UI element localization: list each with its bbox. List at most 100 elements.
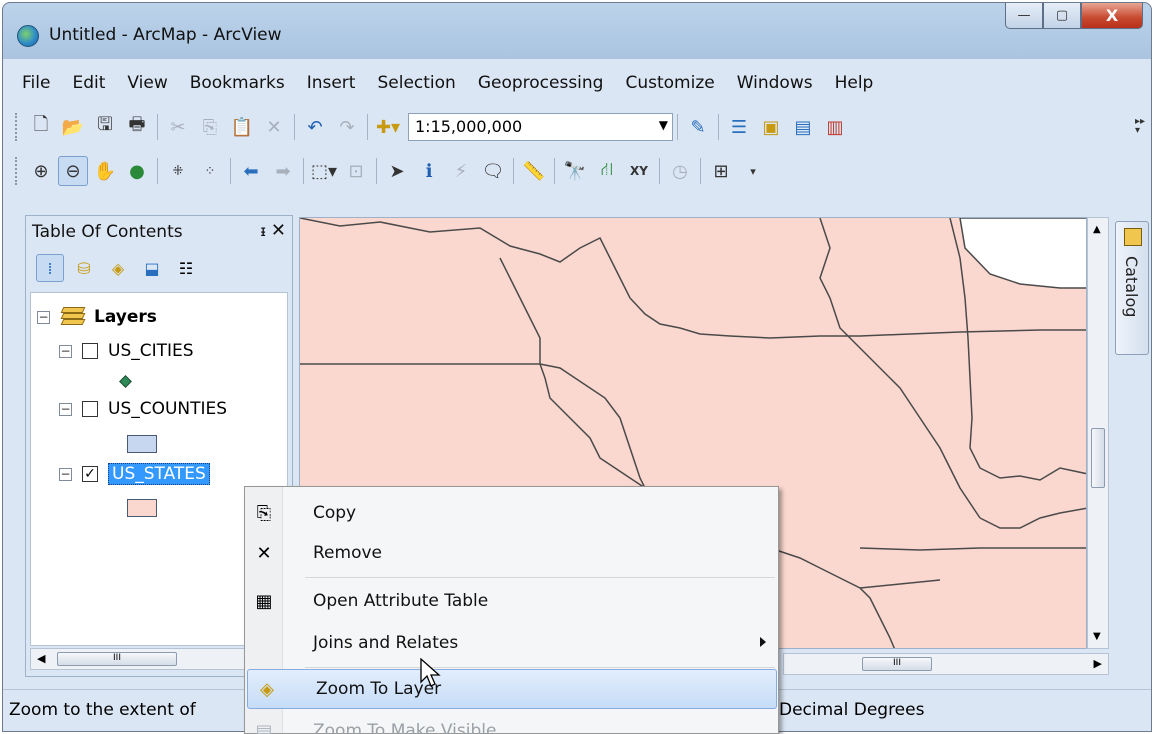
list-by-visibility-icon[interactable]: ◈ xyxy=(104,254,132,282)
menu-file[interactable]: File xyxy=(11,73,61,93)
collapse-icon[interactable]: − xyxy=(59,402,72,416)
zoom-in-icon[interactable]: ⊕ xyxy=(26,156,56,186)
close-button[interactable]: X xyxy=(1081,3,1143,29)
menu-item-remove[interactable]: ✕ Remove xyxy=(245,533,778,573)
time-slider-icon[interactable]: ◷ xyxy=(665,156,695,186)
collapse-icon[interactable]: − xyxy=(37,310,50,324)
editor-toolbar-icon[interactable]: ✎ xyxy=(683,112,713,142)
menu-help[interactable]: Help xyxy=(824,73,885,93)
toolbar-overflow-icon[interactable]: ▾ xyxy=(738,156,768,186)
clear-selection-icon[interactable]: ⊡ xyxy=(341,156,371,186)
forward-arrow-icon[interactable]: ➡ xyxy=(268,156,298,186)
layer-row-us-counties[interactable]: − US_COUNTIES xyxy=(59,399,227,419)
open-folder-icon[interactable]: 📂 xyxy=(58,112,88,142)
scroll-up-icon[interactable]: ▲ xyxy=(1093,224,1101,235)
measure-icon[interactable]: 📏 xyxy=(519,156,549,186)
close-icon[interactable]: ✕ xyxy=(271,220,286,241)
layer-name-us-counties[interactable]: US_COUNTIES xyxy=(108,399,227,419)
toolbar-grip[interactable] xyxy=(15,157,19,185)
scrollbar-thumb[interactable]: III xyxy=(57,652,177,666)
options-icon[interactable]: ☷ xyxy=(172,254,200,282)
pin-icon[interactable]: ᵻ xyxy=(260,222,266,240)
delete-icon[interactable]: ✕ xyxy=(259,112,289,142)
polygon-symbol-icon[interactable] xyxy=(127,435,157,453)
map-vertical-scrollbar[interactable]: ▲ ▼ xyxy=(1087,217,1109,649)
toolbar-overflow-icon[interactable]: ▸▸ ▾ xyxy=(1135,117,1145,136)
paste-icon[interactable]: 📋 xyxy=(227,112,257,142)
scrollbar-thumb[interactable]: III xyxy=(862,657,932,671)
toc-toolbar: ⁞ ⛁ ◈ ⬓ ☷ xyxy=(26,248,292,288)
html-popup-icon[interactable]: 🗨 xyxy=(478,156,508,186)
toolbar-grip[interactable] xyxy=(15,113,19,141)
layer-row-us-cities[interactable]: − US_CITIES xyxy=(59,341,194,361)
hyperlink-icon[interactable]: ⚡ xyxy=(446,156,476,186)
layer-visibility-checkbox[interactable] xyxy=(82,401,98,417)
fixed-zoom-out-icon[interactable]: ⁘ xyxy=(195,156,225,186)
map-scale-combo[interactable]: 1:15,000,000 ▼ xyxy=(408,113,673,141)
back-arrow-icon[interactable]: ⬅ xyxy=(236,156,266,186)
toc-window-icon[interactable]: ☰ xyxy=(724,112,754,142)
menu-item-open-attribute-table[interactable]: ▦ Open Attribute Table xyxy=(245,581,778,621)
scrollbar-thumb[interactable] xyxy=(1091,428,1105,488)
layer-row-us-states[interactable]: − ✓ US_STATES xyxy=(59,463,210,485)
catalog-window-icon[interactable]: ▣ xyxy=(756,112,786,142)
new-document-icon[interactable]: 🗋 xyxy=(26,112,56,142)
redo-icon[interactable]: ↷ xyxy=(332,112,362,142)
standard-toolbar: 🗋 📂 🖫 🖶 ✂ ⎘ 📋 ✕ ↶ ↷ ✚▾ 1:15,000,000 ▼ ✎ … xyxy=(3,107,1151,147)
save-icon[interactable]: 🖫 xyxy=(90,112,120,142)
identify-icon[interactable]: ℹ xyxy=(414,156,444,186)
menu-separator xyxy=(305,667,775,668)
collapse-icon[interactable]: − xyxy=(59,344,72,358)
add-data-icon[interactable]: ✚▾ xyxy=(373,112,403,142)
menu-view[interactable]: View xyxy=(116,73,178,93)
menu-bookmarks[interactable]: Bookmarks xyxy=(179,73,296,93)
menu-edit[interactable]: Edit xyxy=(61,73,116,93)
find-binoculars-icon[interactable]: 🔭 xyxy=(560,156,590,186)
copy-icon[interactable]: ⎘ xyxy=(195,112,225,142)
menu-windows[interactable]: Windows xyxy=(726,73,824,93)
layers-root-row[interactable]: − Layers xyxy=(37,307,157,327)
zoom-out-icon[interactable]: ⊖ xyxy=(58,156,88,186)
scroll-left-icon[interactable]: ◀ xyxy=(37,652,45,665)
undo-icon[interactable]: ↶ xyxy=(300,112,330,142)
catalog-side-tab[interactable]: Catalog xyxy=(1115,221,1149,355)
find-route-icon[interactable]: ⛙ xyxy=(592,156,622,186)
select-features-icon[interactable]: ⬚▾ xyxy=(309,156,339,186)
pan-hand-icon[interactable]: ✋ xyxy=(90,156,120,186)
layer-name-us-states[interactable]: US_STATES xyxy=(108,463,210,485)
print-icon[interactable]: 🖶 xyxy=(122,112,152,142)
list-by-selection-icon[interactable]: ⬓ xyxy=(138,254,166,282)
layer-visibility-checkbox[interactable]: ✓ xyxy=(82,466,98,482)
chevron-down-icon[interactable]: ▼ xyxy=(659,118,668,132)
list-by-drawing-order-icon[interactable]: ⁞ xyxy=(36,254,64,282)
menu-item-joins-and-relates[interactable]: Joins and Relates xyxy=(245,623,778,663)
layer-visibility-checkbox[interactable] xyxy=(82,343,98,359)
map-horizontal-scrollbar[interactable]: III ▶ xyxy=(783,653,1109,675)
window-title: Untitled - ArcMap - ArcView xyxy=(49,25,282,45)
polygon-symbol-icon[interactable] xyxy=(127,499,157,517)
point-symbol-icon[interactable] xyxy=(119,375,132,388)
maximize-button[interactable]: ▢ xyxy=(1043,3,1081,29)
scroll-down-icon[interactable]: ▼ xyxy=(1093,631,1101,642)
arctoolbox-icon[interactable]: ▥ xyxy=(820,112,850,142)
magnifier-window-icon[interactable]: ⊞ xyxy=(706,156,736,186)
menu-geoprocessing[interactable]: Geoprocessing xyxy=(467,73,615,93)
go-to-xy-icon[interactable]: XY xyxy=(624,156,654,186)
menu-item-zoom-to-make-visible[interactable]: ▤ Zoom To Make Visible xyxy=(245,711,778,734)
fixed-zoom-in-icon[interactable]: ⁜ xyxy=(163,156,193,186)
select-elements-arrow-icon[interactable]: ➤ xyxy=(382,156,412,186)
collapse-icon[interactable]: − xyxy=(59,467,72,481)
full-extent-globe-icon[interactable]: ● xyxy=(122,156,152,186)
scroll-right-icon[interactable]: ▶ xyxy=(1094,657,1102,670)
menu-customize[interactable]: Customize xyxy=(614,73,725,93)
minimize-button[interactable]: — xyxy=(1005,3,1043,29)
menu-item-zoom-to-layer[interactable]: ◈ Zoom To Layer xyxy=(247,669,777,709)
menu-insert[interactable]: Insert xyxy=(296,73,367,93)
menu-item-label: Remove xyxy=(313,543,382,563)
list-by-source-icon[interactable]: ⛁ xyxy=(70,254,98,282)
layer-name-us-cities[interactable]: US_CITIES xyxy=(108,341,194,361)
search-window-icon[interactable]: ▤ xyxy=(788,112,818,142)
menu-selection[interactable]: Selection xyxy=(366,73,466,93)
menu-item-copy[interactable]: ⎘ Copy xyxy=(245,493,778,533)
cut-icon[interactable]: ✂ xyxy=(163,112,193,142)
